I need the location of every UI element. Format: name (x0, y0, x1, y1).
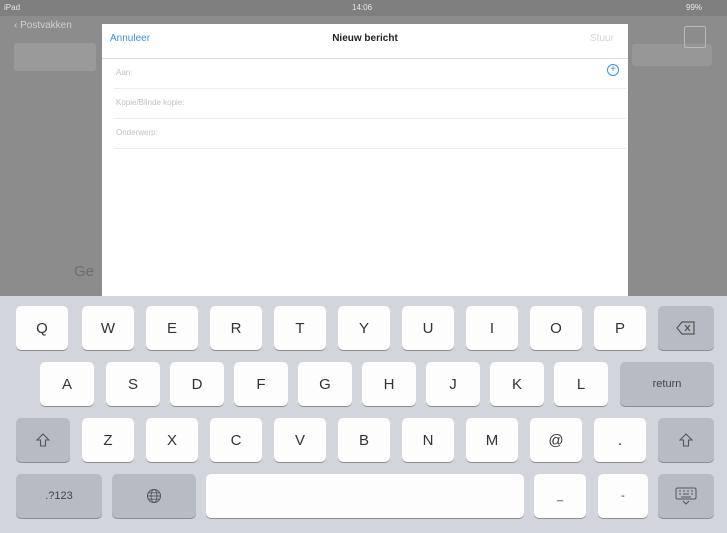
key-j[interactable]: J (426, 362, 480, 406)
key-n[interactable]: N (402, 418, 454, 462)
underscore-key[interactable]: _ (534, 474, 586, 518)
key-p[interactable]: P (594, 306, 646, 350)
key-t[interactable]: T (274, 306, 326, 350)
to-label: Aan: (116, 68, 133, 77)
key-q[interactable]: Q (16, 306, 68, 350)
add-contact-icon[interactable]: + (607, 64, 619, 76)
dash-key[interactable]: - (598, 474, 648, 518)
to-field[interactable]: Aan: (114, 58, 626, 89)
space-key[interactable] (206, 474, 524, 518)
compose-sheet: Annuleer Nieuw bericht Stuur Aan: + Kopi… (102, 24, 628, 296)
send-button[interactable]: Stuur (590, 33, 614, 44)
key-r[interactable]: R (210, 306, 262, 350)
message-body[interactable] (114, 154, 626, 294)
back-button: ‹ Postvakken (14, 20, 72, 31)
key-z[interactable]: Z (82, 418, 134, 462)
key-y[interactable]: Y (338, 306, 390, 350)
back-label: Postvakken (20, 20, 72, 31)
key-d[interactable]: D (170, 362, 224, 406)
key-h[interactable]: H (362, 362, 416, 406)
shift-key-right[interactable] (658, 418, 714, 462)
return-key[interactable]: return (620, 362, 714, 406)
shift-icon (36, 433, 50, 447)
keyboard-dismiss-icon (675, 487, 697, 505)
status-bar: iPad 14:06 99% (0, 0, 727, 16)
status-time: 14:06 (352, 3, 373, 12)
key-e[interactable]: E (146, 306, 198, 350)
numbers-key[interactable]: .?123 (16, 474, 102, 518)
globe-key[interactable] (112, 474, 196, 518)
background-search-bar (14, 43, 96, 71)
key-m[interactable]: M (466, 418, 518, 462)
key-v[interactable]: V (274, 418, 326, 462)
key-s[interactable]: S (106, 362, 160, 406)
key-b[interactable]: B (338, 418, 390, 462)
subject-label: Onderwerp: (116, 128, 158, 137)
key-f[interactable]: F (234, 362, 288, 406)
shift-key-left[interactable] (16, 418, 70, 462)
key-w[interactable]: W (82, 306, 134, 350)
battery-label: 99% (686, 3, 703, 12)
key-period[interactable]: . (594, 418, 646, 462)
key-at[interactable]: @ (530, 418, 582, 462)
key-c[interactable]: C (210, 418, 262, 462)
key-l[interactable]: L (554, 362, 608, 406)
globe-icon (147, 489, 161, 503)
background-partial-text: Ge (74, 263, 95, 280)
key-x[interactable]: X (146, 418, 198, 462)
key-i[interactable]: I (466, 306, 518, 350)
cc-bcc-field[interactable]: Kopie/Blinde kopie: (114, 88, 626, 119)
key-u[interactable]: U (402, 306, 454, 350)
key-k[interactable]: K (490, 362, 544, 406)
backspace-key[interactable] (658, 306, 714, 350)
key-o[interactable]: O (530, 306, 582, 350)
key-g[interactable]: G (298, 362, 352, 406)
cc-bcc-label: Kopie/Blinde kopie: (116, 98, 185, 107)
keyboard: Q W E R T Y U I O P A S D F G H J K L re… (0, 296, 727, 533)
compose-header: Annuleer Nieuw bericht Stuur (102, 24, 628, 59)
dismiss-keyboard-key[interactable] (658, 474, 714, 518)
key-a[interactable]: A (40, 362, 94, 406)
shift-icon (679, 433, 693, 447)
backspace-icon (676, 321, 695, 335)
carrier-label: iPad (4, 3, 21, 12)
compose-icon (684, 26, 706, 48)
subject-field[interactable]: Onderwerp: (114, 118, 626, 149)
compose-title: Nieuw bericht (332, 33, 398, 44)
